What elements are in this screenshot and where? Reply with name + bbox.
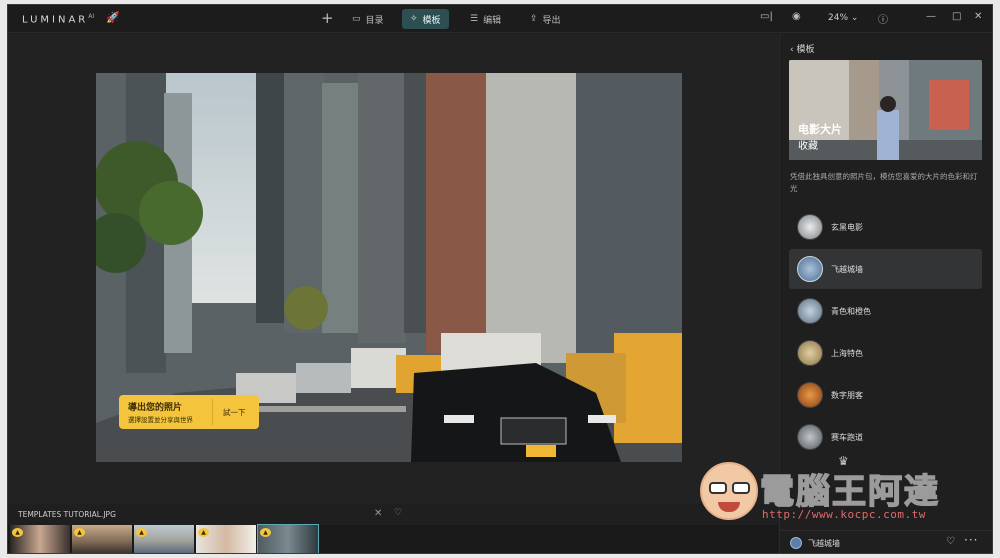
close-icon[interactable]: ✕ xyxy=(374,508,382,519)
filmstrip-thumb[interactable]: ▲ xyxy=(196,525,256,553)
tab-edit[interactable]: ☰ 编辑 xyxy=(462,9,509,29)
watermark-url: http://www.kocpc.com.tw xyxy=(762,508,926,521)
template-item[interactable]: 上海特色 xyxy=(789,333,982,373)
template-item[interactable]: 赛车跑道 xyxy=(789,417,982,457)
tab-export[interactable]: ⇪ 导出 xyxy=(522,9,569,29)
template-badge-icon: ▲ xyxy=(260,528,271,537)
template-item-selected[interactable]: 飞越城墙 xyxy=(789,249,982,289)
template-item[interactable]: 青色和橙色 xyxy=(789,291,982,331)
tab-templates[interactable]: ✧ 模板 xyxy=(402,9,449,29)
popup-subtitle: 選擇設置並分享與世界 xyxy=(128,416,193,424)
collection-hero[interactable]: 电影大片 收藏 xyxy=(789,60,982,160)
popup-divider xyxy=(212,399,213,425)
minimize-icon[interactable]: — xyxy=(926,11,936,22)
sliders-icon: ☰ xyxy=(470,14,479,24)
zoom-level[interactable]: 24% ⌄ xyxy=(828,13,858,23)
watermark: ♛ 電腦王阿達 http://www.kocpc.com.tw xyxy=(700,454,970,534)
filmstrip: ▲ ▲ ▲ ▲ ▲ xyxy=(8,524,778,553)
add-icon[interactable]: + xyxy=(321,9,334,27)
current-template-label: 飞越城墙 xyxy=(808,539,840,548)
collection-subtitle: 收藏 xyxy=(798,141,818,152)
current-template-avatar xyxy=(790,537,802,549)
filmstrip-thumb[interactable]: ▲ xyxy=(10,525,70,553)
template-avatar xyxy=(797,340,823,366)
chevron-left-icon: ‹ xyxy=(790,45,794,55)
back-button[interactable]: ‹ 模板 xyxy=(790,42,815,55)
template-item[interactable]: 玄黑电影 xyxy=(789,207,982,247)
more-icon[interactable]: ··· xyxy=(964,533,978,547)
filmstrip-thumb-selected[interactable]: ▲ xyxy=(257,524,319,553)
eye-icon[interactable]: ◉ xyxy=(792,11,801,22)
template-item[interactable]: 数字朋客 xyxy=(789,375,982,415)
wand-icon: ✧ xyxy=(410,14,418,24)
collection-title: 电影大片 xyxy=(798,123,842,136)
rocket-icon[interactable]: 🚀 xyxy=(106,11,120,25)
collection-description: 凭借此独具创意的照片包，模仿您喜爱的大片的色彩和灯光 xyxy=(790,172,978,193)
maximize-icon[interactable]: □ xyxy=(952,11,961,22)
tab-catalog[interactable]: ▭ 目录 xyxy=(344,9,392,29)
watermark-text: 電腦王阿達 xyxy=(759,471,940,513)
template-avatar xyxy=(797,424,823,450)
template-avatar xyxy=(797,382,823,408)
close-icon[interactable]: ✕ xyxy=(974,11,982,22)
template-badge-icon: ▲ xyxy=(198,528,209,537)
template-avatar xyxy=(797,298,823,324)
heart-icon[interactable]: ♡ xyxy=(946,536,955,547)
popup-title: 導出您的照片 xyxy=(128,403,183,413)
folder-icon: ▭ xyxy=(352,14,361,24)
export-icon: ⇪ xyxy=(530,14,538,24)
template-badge-icon: ▲ xyxy=(12,528,23,537)
image-canvas: 導出您的照片 選擇設置並分享與世界 試一下 xyxy=(8,34,778,504)
top-bar: LUMINARAI 🚀 + ▭ 目录 ✧ 模板 ☰ 编辑 ⇪ 导出 ▭| ◉ 2… xyxy=(8,5,992,33)
popup-try-button[interactable]: 試一下 xyxy=(223,407,246,418)
heart-icon[interactable]: ♡ xyxy=(394,508,402,518)
compare-icon[interactable]: ▭| xyxy=(760,11,773,22)
mascot-face-icon xyxy=(700,462,758,520)
filmstrip-title: TEMPLATES TUTORIAL.JPG xyxy=(18,510,116,519)
template-badge-icon: ▲ xyxy=(74,528,85,537)
filmstrip-thumb[interactable]: ▲ xyxy=(134,525,194,553)
filmstrip-thumb[interactable]: ▲ xyxy=(72,525,132,553)
help-icon[interactable]: ⓘ xyxy=(878,11,888,26)
template-badge-icon: ▲ xyxy=(136,528,147,537)
app-logo: LUMINARAI xyxy=(22,13,95,26)
template-avatar xyxy=(797,214,823,240)
export-tip-popup: 導出您的照片 選擇設置並分享與世界 試一下 xyxy=(119,395,259,429)
template-avatar xyxy=(797,256,823,282)
